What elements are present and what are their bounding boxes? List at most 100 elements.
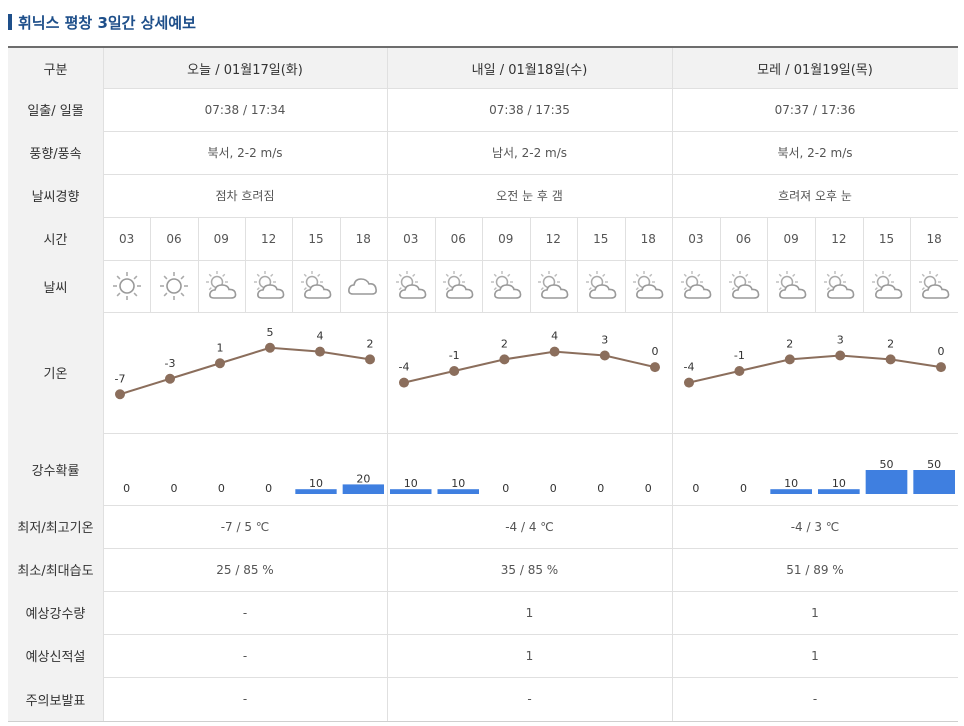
day-value-wind: 북서, 2-2 m/s xyxy=(207,146,283,160)
temperature-label: -4 xyxy=(399,361,410,374)
day-value-minmax: -7 / 5 ℃ xyxy=(220,519,270,534)
sun-cloud-icon xyxy=(393,268,429,304)
hour-label: 06 xyxy=(735,231,752,246)
temperature-point xyxy=(784,354,795,365)
day-header: 모레 / 01월19일(목) xyxy=(672,48,958,88)
hour-label: 09 xyxy=(213,231,229,246)
hour-label: 15 xyxy=(593,231,609,246)
hour-label: 18 xyxy=(640,231,656,246)
day-value-wind: 북서, 2-2 m/s xyxy=(777,146,853,160)
day-value-trend: 점차 흐려짐 xyxy=(215,189,275,203)
row-label-header: 구분 xyxy=(8,48,103,88)
row-label-rain: 예상강수량 xyxy=(8,591,103,634)
sun-cloud-icon xyxy=(821,268,857,304)
temperature-line xyxy=(688,354,942,384)
day-value-rain: 1 xyxy=(525,605,534,620)
row-label-snow: 예상신적설 xyxy=(8,634,103,677)
day-value-snow: - xyxy=(242,648,248,663)
precipitation-bar xyxy=(865,470,908,494)
precipitation-bar xyxy=(913,470,955,494)
temperature-point xyxy=(265,342,275,353)
hour-divider xyxy=(624,217,626,312)
temperature-label: -4 xyxy=(684,361,695,374)
sun-cloud-icon xyxy=(583,268,619,304)
temperature-point xyxy=(499,354,510,365)
hour-label: 12 xyxy=(545,231,561,246)
precipitation-label: 10 xyxy=(451,477,465,490)
hour-label: 06 xyxy=(450,231,466,246)
hour-divider xyxy=(719,217,721,312)
sun-icon xyxy=(109,268,145,304)
temperature-label: 1 xyxy=(217,341,224,354)
temperature-label: -7 xyxy=(115,372,126,385)
sun-cloud-icon xyxy=(203,268,239,304)
day-value-sun: 07:38 / 17:34 xyxy=(204,102,286,117)
row-label-humidity: 최소/최대습도 xyxy=(8,548,103,591)
cloud-icon xyxy=(345,268,381,304)
temperature-point xyxy=(650,362,660,373)
sun-cloud-icon xyxy=(630,268,666,304)
row-label-minmax: 최저/최고기온 xyxy=(8,505,103,548)
day-value-snow: 1 xyxy=(525,648,534,663)
precipitation-label: 10 xyxy=(404,477,418,490)
title-accent-bar xyxy=(8,14,12,30)
precipitation-label: 0 xyxy=(692,482,699,495)
hour-divider xyxy=(529,217,531,312)
temperature-label: 2 xyxy=(786,337,793,350)
temperature-point xyxy=(165,373,175,384)
precipitation-label: 50 xyxy=(927,458,941,471)
temperature-point xyxy=(885,354,896,365)
day-header: 내일 / 01월18일(수) xyxy=(387,48,672,88)
precipitation-label: 10 xyxy=(309,477,323,490)
temperature-label: 2 xyxy=(887,337,894,350)
hour-label: 15 xyxy=(878,231,895,246)
temperature-point xyxy=(449,366,460,376)
sun-cloud-icon xyxy=(535,268,571,304)
hour-divider xyxy=(434,217,436,312)
precipitation-chart: 0 0 0 0 10 20 10 10 0 0 0 0 0 0 10 10 50 50 xyxy=(123,458,955,495)
temperature-point xyxy=(399,377,409,388)
temperature-point xyxy=(599,350,610,361)
temperature-label: -1 xyxy=(449,349,460,362)
precipitation-label: 0 xyxy=(502,482,509,495)
temperature-label: 4 xyxy=(317,330,324,343)
hour-label: 12 xyxy=(261,231,277,246)
row-label-wind: 풍향/풍속 xyxy=(8,131,103,174)
temperature-label: 4 xyxy=(551,330,558,343)
precipitation-label: 10 xyxy=(832,477,846,490)
temperature-point xyxy=(835,350,846,361)
sun-cloud-icon xyxy=(678,268,714,304)
temperature-point xyxy=(549,346,560,357)
page-title-text: 휘닉스 평창 3일간 상세예보 xyxy=(18,13,196,32)
day-value-humidity: 35 / 85 % xyxy=(500,562,559,577)
temperature-point xyxy=(115,389,125,400)
sun-cloud-icon xyxy=(298,268,334,304)
hour-label: 03 xyxy=(688,231,704,246)
row-label-warning: 주의보발표 xyxy=(8,677,103,721)
temperature-label: 0 xyxy=(938,345,945,358)
day-value-minmax: -4 / 4 ℃ xyxy=(505,519,554,534)
precipitation-label: 0 xyxy=(218,482,225,495)
hour-label: 12 xyxy=(831,231,847,246)
day-value-warning: - xyxy=(527,692,532,706)
sun-cloud-icon xyxy=(916,268,952,304)
day-value-trend: 흐려져 오후 눈 xyxy=(778,189,852,203)
sun-cloud-icon xyxy=(488,268,524,304)
hour-divider xyxy=(245,217,246,312)
page-title: 휘닉스 평창 3일간 상세예보 xyxy=(8,9,196,35)
temperature-point xyxy=(215,358,225,369)
row-label-temp: 기온 xyxy=(8,312,103,433)
day-value-wind: 남서, 2-2 m/s xyxy=(491,146,568,160)
day-value-snow: 1 xyxy=(811,648,819,663)
hour-divider xyxy=(910,217,912,312)
row-label-sun: 일출/ 일몰 xyxy=(8,88,103,131)
temperature-label: 3 xyxy=(837,334,844,347)
temperature-label: -1 xyxy=(734,349,745,362)
hour-divider xyxy=(862,217,864,312)
row-label-precip: 강수확률 xyxy=(8,433,103,505)
sun-icon xyxy=(156,268,192,304)
sun-cloud-icon xyxy=(726,268,762,304)
row-label-time: 시간 xyxy=(8,217,103,260)
sun-cloud-icon xyxy=(773,268,809,304)
hour-label: 09 xyxy=(783,231,799,246)
